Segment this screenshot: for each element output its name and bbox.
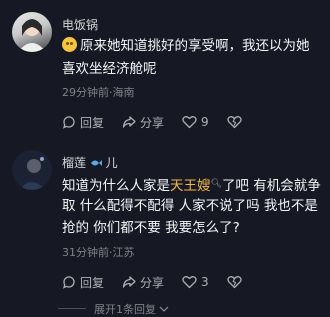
share-button[interactable]: 分享 (122, 274, 164, 291)
comment-meta: 29分钟前·海南 (62, 86, 135, 99)
like-button[interactable]: 9 (182, 115, 209, 129)
broken-heart-icon (227, 116, 242, 129)
dislike-button[interactable] (227, 115, 246, 129)
heart-icon (182, 276, 197, 289)
divider (58, 308, 86, 309)
reply-button[interactable]: 回复 (62, 114, 104, 131)
comment-text-line-2: 取 什么配得不配得 人家不说了吗 我也不是 (62, 198, 318, 214)
heart-icon (182, 116, 197, 129)
comment-text-line-3: 抢的 你们都不要 我要怎么了? (62, 220, 240, 236)
comment-text-line-2: 喜欢坐经济舱呢 (62, 61, 157, 77)
search-keyword-link[interactable]: 天王嫂 (170, 178, 211, 194)
dislike-button[interactable] (227, 275, 246, 289)
reply-icon (63, 276, 75, 289)
share-button[interactable]: 分享 (122, 114, 164, 131)
comment-item: 榴莲 儿 知道为什么人家是天王嫂🔍︎了吧 有机会就争 取 什么配得不配得 人家不… (0, 140, 330, 300)
avatar[interactable] (12, 150, 52, 190)
search-icon[interactable]: 🔍︎ (211, 179, 222, 189)
comment-actions: 回复 分享 3 (62, 273, 264, 291)
share-icon (122, 116, 136, 128)
avatar-portrait-icon (12, 150, 52, 190)
fish-icon (90, 160, 102, 166)
smile-emoji-icon (62, 37, 77, 52)
username[interactable]: 榴莲 儿 (62, 154, 118, 171)
comment-text: 原来她知道挑好的享受啊，我还以为她 (62, 36, 310, 57)
comment-meta: 31分钟前·江苏 (62, 246, 135, 259)
comment-actions: 回复 分享 9 (62, 113, 264, 131)
broken-heart-icon (227, 276, 242, 289)
avatar[interactable] (12, 12, 52, 52)
reply-icon (63, 116, 75, 129)
comment-text: 知道为什么人家是天王嫂🔍︎了吧 有机会就争 (62, 178, 321, 194)
reply-button[interactable]: 回复 (62, 274, 104, 291)
chevron-down-icon (159, 306, 169, 312)
share-icon (122, 276, 136, 288)
avatar-portrait-icon (18, 19, 46, 52)
expand-replies-button[interactable]: 展开1条回复 (0, 301, 330, 316)
like-button[interactable]: 3 (182, 275, 209, 289)
username[interactable]: 电饭锅 (62, 16, 98, 33)
comment-item: 电饭锅 原来她知道挑好的享受啊，我还以为她 喜欢坐经济舱呢 29分钟前·海南 回… (0, 0, 330, 140)
